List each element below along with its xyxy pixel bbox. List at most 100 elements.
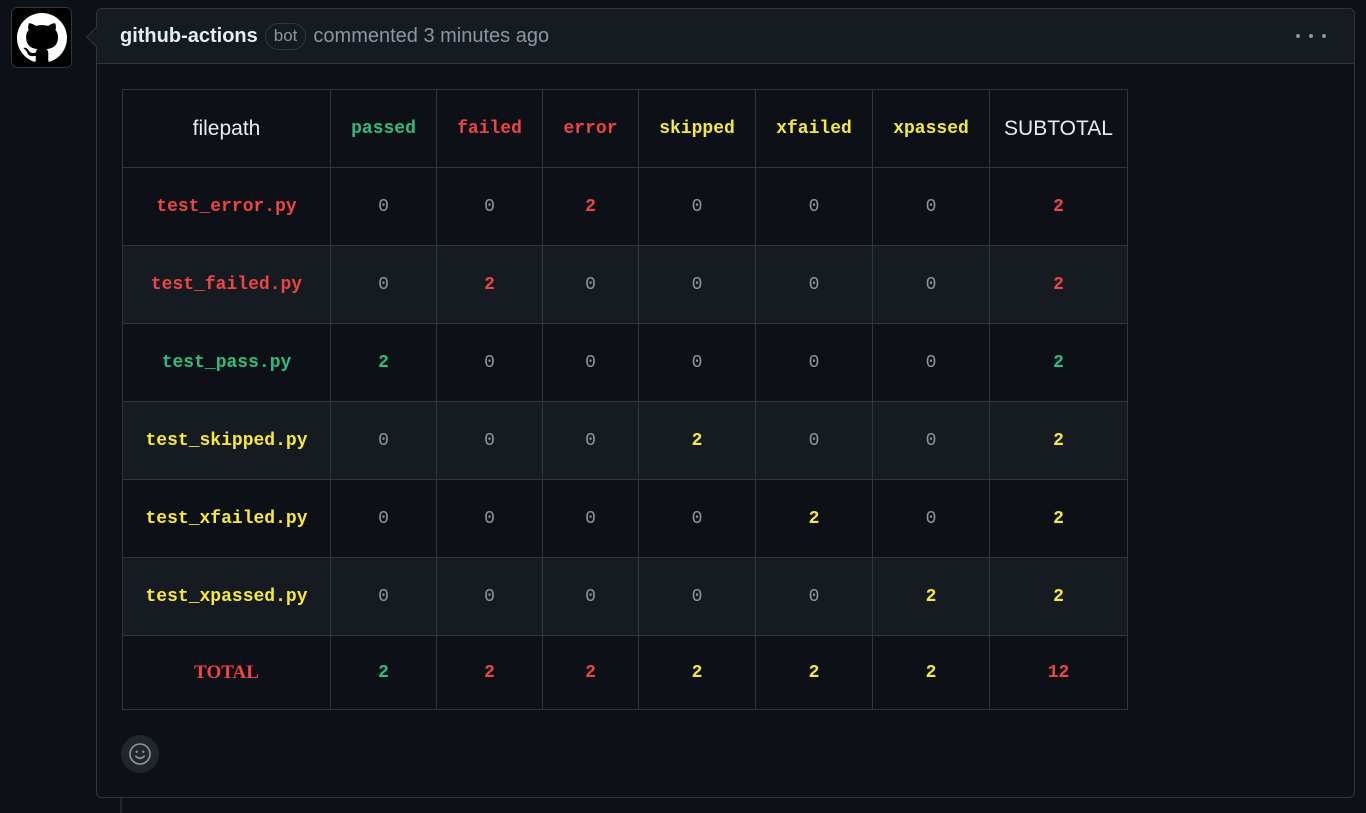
column-header-label: skipped: [659, 118, 735, 139]
add-reaction-button[interactable]: [121, 735, 159, 773]
count-cell: 0: [638, 479, 756, 558]
column-header-label: error: [563, 118, 618, 139]
total-cell: 12: [989, 635, 1128, 710]
count-value: 0: [925, 430, 937, 451]
author-link[interactable]: github-actions: [120, 25, 258, 48]
count-value: 0: [484, 352, 495, 373]
count-value: 0: [378, 430, 389, 451]
count-value: 0: [808, 352, 820, 373]
count-value: 0: [808, 430, 820, 451]
count-value: 2: [1053, 274, 1064, 295]
count-value: 0: [808, 274, 820, 295]
count-value: 0: [378, 196, 389, 217]
count-cell: 0: [638, 557, 756, 636]
count-value: 0: [925, 274, 937, 295]
kebab-horizontal-icon[interactable]: [1296, 27, 1326, 45]
total-cell: 2: [330, 635, 437, 710]
count-value: 2: [1053, 352, 1064, 373]
count-cell: 0: [330, 167, 437, 246]
count-cell: 0: [542, 479, 639, 558]
count-value: 0: [378, 274, 389, 295]
count-cell: 0: [755, 557, 873, 636]
count-cell: 0: [872, 323, 990, 402]
count-cell: 2: [989, 245, 1128, 324]
count-cell: 0: [872, 401, 990, 480]
count-cell: 0: [542, 557, 639, 636]
count-value: 2: [1053, 430, 1064, 451]
count-cell: 0: [436, 401, 543, 480]
github-mark-icon: [16, 12, 67, 62]
table-row: test_skipped.py 0 0 0 2 0 0 2: [122, 401, 1128, 480]
total-row: TOTAL 2 2 2 2 2 2 12: [122, 635, 1128, 710]
smiley-icon: [129, 743, 151, 765]
filepath-label: test_xfailed.py: [145, 508, 308, 529]
column-header-label: xfailed: [776, 118, 852, 139]
total-cell: 2: [872, 635, 990, 710]
total-value: 2: [691, 662, 703, 683]
count-value: 2: [691, 430, 703, 451]
count-value: 2: [484, 274, 495, 295]
count-cell: 0: [330, 479, 437, 558]
count-value: 0: [484, 196, 495, 217]
count-value: 2: [808, 508, 820, 529]
filepath-label: test_failed.py: [150, 274, 303, 295]
filepath-label: test_skipped.py: [145, 430, 308, 451]
count-value: 0: [691, 352, 703, 373]
count-cell: 2: [330, 323, 437, 402]
test-report-table: filepath passed failed error skipped xfailed x…: [122, 89, 1128, 710]
count-cell: 0: [436, 323, 543, 402]
count-cell: 0: [436, 479, 543, 558]
count-cell: 0: [436, 167, 543, 246]
count-cell: 0: [755, 323, 873, 402]
total-label-cell: TOTAL: [122, 635, 331, 710]
count-value: 0: [691, 196, 703, 217]
count-value: 0: [925, 196, 937, 217]
count-cell: 0: [755, 167, 873, 246]
total-value: 2: [484, 662, 495, 683]
filepath-label: test_pass.py: [161, 352, 292, 373]
count-cell: 2: [989, 557, 1128, 636]
header-filepath: filepath: [122, 89, 331, 168]
comment-timestamp[interactable]: commented 3 minutes ago: [313, 25, 549, 48]
count-value: 0: [925, 352, 937, 373]
count-value: 0: [484, 430, 495, 451]
count-value: 0: [691, 586, 703, 607]
column-header-label: passed: [351, 118, 416, 139]
count-value: 0: [378, 508, 389, 529]
count-cell: 0: [638, 323, 756, 402]
filepath-cell: test_failed.py: [122, 245, 331, 324]
count-cell: 2: [638, 401, 756, 480]
avatar[interactable]: [11, 7, 72, 68]
count-cell: 2: [872, 557, 990, 636]
column-header-label: xpassed: [893, 118, 969, 139]
count-value: 0: [808, 196, 820, 217]
column-header-label: filepath: [192, 116, 261, 140]
count-value: 0: [484, 586, 495, 607]
count-cell: 0: [542, 245, 639, 324]
count-value: 0: [691, 508, 703, 529]
comment-box: github-actions bot commented 3 minutes a…: [86, 8, 1355, 798]
count-cell: 2: [989, 323, 1128, 402]
count-cell: 0: [638, 167, 756, 246]
count-value: 0: [585, 508, 596, 529]
table-row: test_pass.py 2 0 0 0 0 0 2: [122, 323, 1128, 402]
count-cell: 0: [872, 245, 990, 324]
table-row: test_xpassed.py 0 0 0 0 0 2 2: [122, 557, 1128, 636]
column-header-label: failed: [457, 118, 522, 139]
count-cell: 0: [436, 557, 543, 636]
filepath-cell: test_pass.py: [122, 323, 331, 402]
table-row: test_xfailed.py 0 0 0 0 2 0 2: [122, 479, 1128, 558]
count-cell: 2: [755, 479, 873, 558]
bot-badge: bot: [264, 22, 307, 50]
table-row: test_failed.py 0 2 0 0 0 0 2: [122, 245, 1128, 324]
count-value: 2: [378, 352, 389, 373]
header-failed: failed: [436, 89, 543, 168]
total-value: 12: [1047, 662, 1070, 683]
header-xfailed: xfailed: [755, 89, 873, 168]
count-cell: 2: [989, 401, 1128, 480]
count-value: 0: [925, 508, 937, 529]
count-cell: 0: [330, 245, 437, 324]
timeline-line: [120, 798, 122, 813]
count-cell: 0: [755, 245, 873, 324]
count-cell: 2: [989, 167, 1128, 246]
